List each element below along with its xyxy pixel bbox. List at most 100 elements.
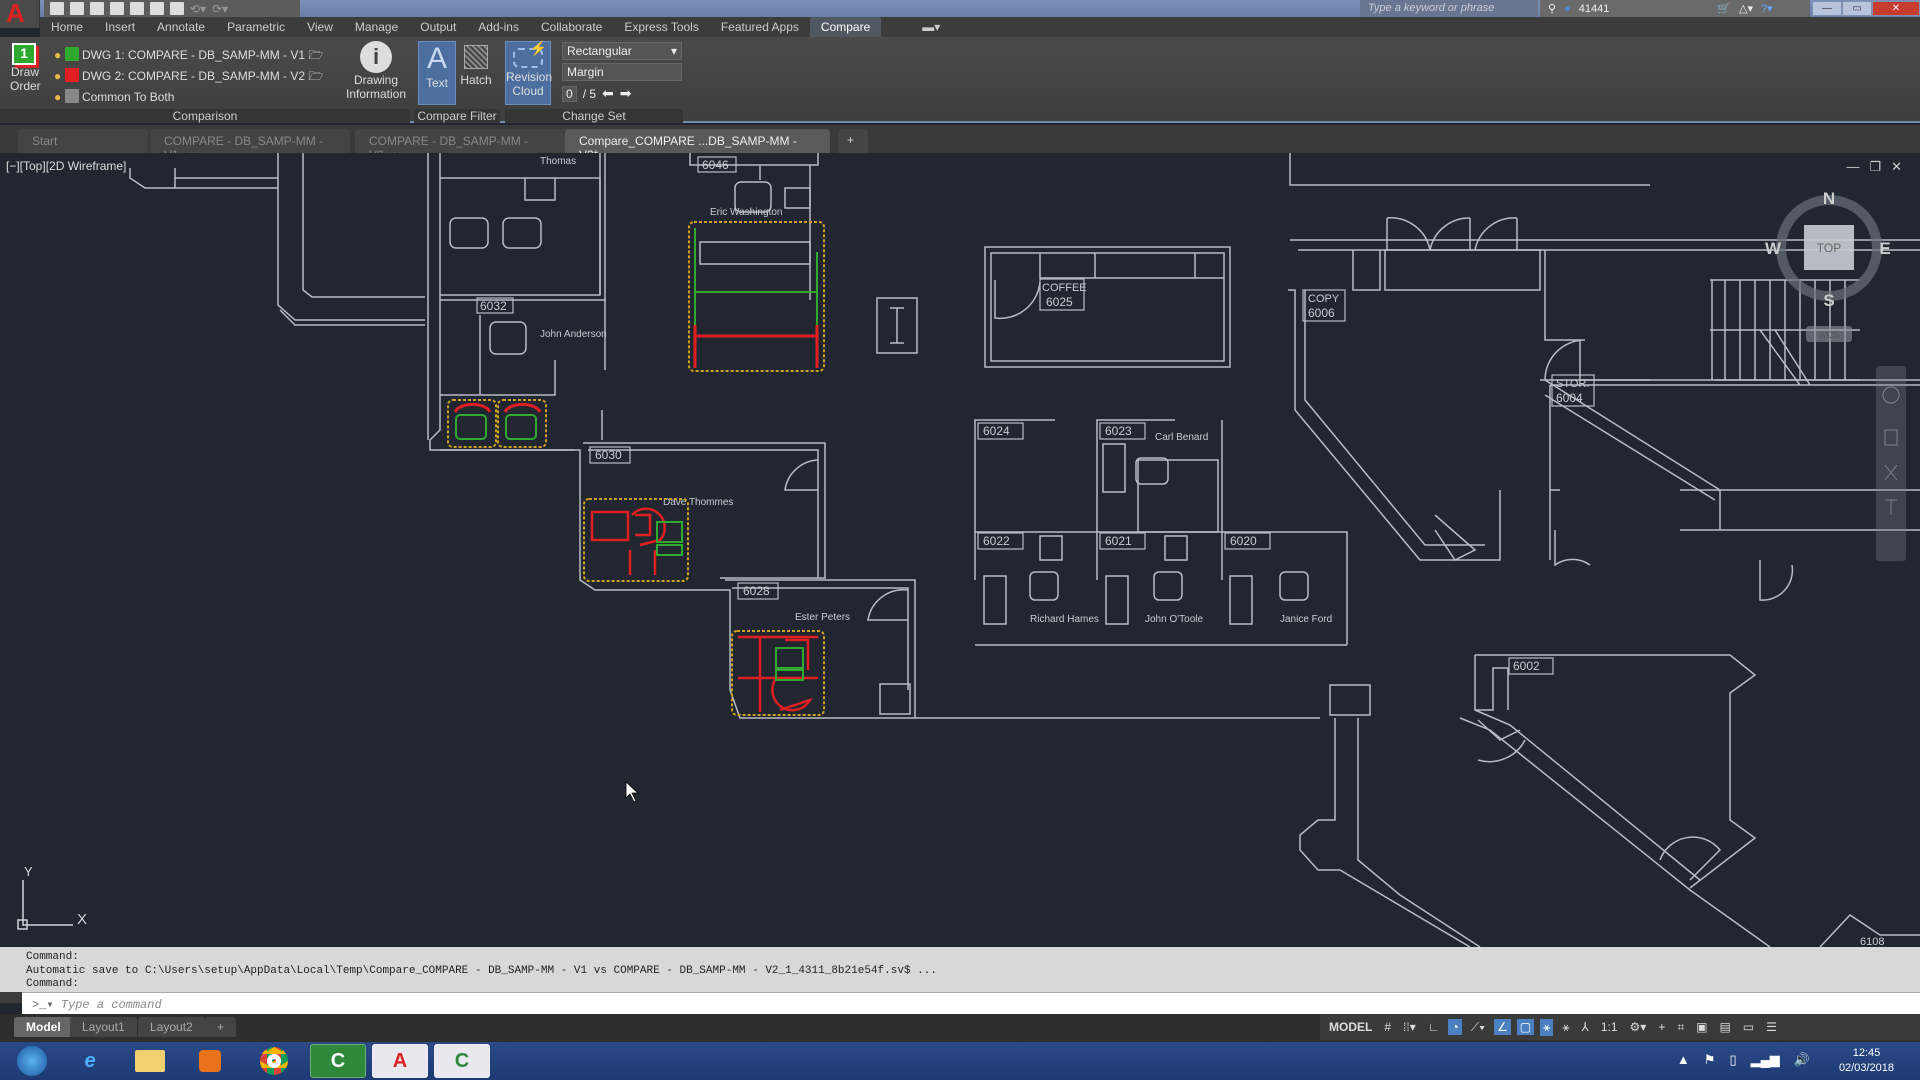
show-hidden-icons[interactable]: ▲: [1677, 1052, 1690, 1068]
action-center-flag-icon[interactable]: ⚑: [1704, 1052, 1716, 1068]
object-snap-tracking-icon[interactable]: ∠: [1494, 1019, 1511, 1035]
tab-compare-v2[interactable]: COMPARE - DB_SAMP-MM - V2×: [355, 129, 570, 162]
ribbon-tab-express-tools[interactable]: Express Tools: [613, 17, 709, 37]
compass-south[interactable]: S: [1823, 291, 1834, 310]
revision-cloud-button[interactable]: ⚡ Revision Cloud: [505, 40, 552, 105]
tab-compare-v1[interactable]: COMPARE - DB_SAMP-MM - V1×: [150, 129, 350, 162]
new-icon[interactable]: [50, 2, 64, 15]
file-explorer-icon[interactable]: [126, 1044, 174, 1078]
layout-tab-layout2[interactable]: Layout2: [138, 1017, 205, 1037]
change-set-current[interactable]: 0: [562, 85, 577, 102]
draw-order-button[interactable]: 1 Draw Order: [10, 43, 41, 93]
viewcube[interactable]: TOP N S E W WCS: [1765, 189, 1891, 342]
network-icon[interactable]: ▂▄▆: [1751, 1052, 1780, 1068]
ortho-icon[interactable]: ∟: [1425, 1019, 1443, 1035]
lightbulb-icon[interactable]: ●: [54, 90, 61, 104]
quick-properties-icon[interactable]: ▣: [1693, 1019, 1710, 1035]
undo-icon[interactable]: ⟲▾: [190, 2, 206, 16]
ribbon-tab-output[interactable]: Output: [409, 17, 467, 37]
clock[interactable]: 12:45 02/03/2018: [1839, 1046, 1894, 1076]
volume-icon[interactable]: 🔊: [1794, 1052, 1810, 1068]
add-layout-button[interactable]: +: [205, 1017, 237, 1037]
dwg2-row[interactable]: ● DWG 2: COMPARE - DB_SAMP-MM - V2 🗁: [54, 66, 323, 87]
lightbulb-icon[interactable]: ●: [54, 69, 61, 83]
customization-menu-icon[interactable]: ☰: [1763, 1019, 1780, 1035]
annotation-scale-icon[interactable]: ⅄: [1579, 1019, 1592, 1035]
dwg1-color-swatch[interactable]: [64, 47, 79, 61]
drawing-information-button[interactable]: i Drawing Information: [340, 41, 412, 101]
tab-start[interactable]: Start: [18, 129, 148, 153]
snap-icon[interactable]: ⁞⁞▾: [1400, 1019, 1419, 1035]
camtasia-recorder-icon[interactable]: C: [434, 1044, 490, 1078]
next-change-arrow-icon[interactable]: ➡: [620, 85, 632, 102]
help-icon[interactable]: ?▾: [1761, 2, 1773, 15]
compass-east[interactable]: E: [1879, 239, 1890, 258]
search-input[interactable]: Type a keyword or phrase: [1360, 0, 1538, 17]
ribbon-tab-add-ins[interactable]: Add-ins: [467, 17, 530, 37]
text-filter-button[interactable]: A Text: [418, 41, 456, 105]
ribbon-tab-parametric[interactable]: Parametric: [216, 17, 296, 37]
clean-screen-icon[interactable]: ▭: [1740, 1019, 1757, 1035]
auto-scale-icon[interactable]: ⚹: [1559, 1019, 1572, 1036]
chrome-icon[interactable]: [250, 1044, 298, 1078]
close-button[interactable]: ✕: [1872, 1, 1920, 16]
model-space-toggle[interactable]: MODEL: [1326, 1019, 1375, 1035]
common-row[interactable]: ● Common To Both: [54, 87, 323, 108]
cloud-shape-select[interactable]: Rectangular ▾: [562, 42, 682, 60]
ribbon-tab-home[interactable]: Home: [40, 17, 94, 37]
grid-icon[interactable]: #: [1381, 1019, 1394, 1035]
redo-icon[interactable]: ⟳▾: [212, 2, 228, 16]
save-icon[interactable]: [90, 2, 104, 15]
ribbon-tab-insert[interactable]: Insert: [94, 17, 146, 37]
layout-tab-model[interactable]: Model: [14, 1017, 73, 1037]
revision-cloud[interactable]: [688, 221, 825, 372]
object-snap-icon[interactable]: ▢: [1516, 1019, 1535, 1035]
annotation-monitor-icon[interactable]: +: [1655, 1019, 1668, 1035]
autocad-taskbar-icon[interactable]: A: [372, 1044, 428, 1078]
command-input[interactable]: >_▾ Type a command: [22, 992, 1920, 1014]
print-icon[interactable]: [170, 2, 184, 15]
drawing-viewport[interactable]: [−][Top][2D Wireframe] — ❐ ✕ 6046 Eric W…: [0, 153, 1920, 947]
internet-explorer-icon[interactable]: e: [66, 1044, 114, 1078]
ribbon-panel-toggle-icon[interactable]: ▬▾: [911, 17, 951, 37]
polar-tracking-icon[interactable]: ◔: [1448, 1019, 1462, 1035]
start-button[interactable]: [8, 1044, 56, 1078]
a360-icon[interactable]: △▾: [1739, 2, 1753, 15]
dwg1-row[interactable]: ● DWG 1: COMPARE - DB_SAMP-MM - V1 🗁: [54, 45, 323, 66]
media-player-icon[interactable]: [186, 1044, 234, 1078]
application-menu-button[interactable]: A: [0, 0, 40, 28]
ribbon-tab-collaborate[interactable]: Collaborate: [530, 17, 613, 37]
dwg2-color-swatch[interactable]: [64, 68, 79, 82]
folder-icon[interactable]: 🗁: [308, 69, 323, 83]
user-icon[interactable]: ●: [1564, 3, 1571, 15]
isodraft-icon[interactable]: ⟋▾: [1468, 1019, 1488, 1036]
units-icon[interactable]: ⌗: [1674, 1019, 1687, 1036]
folder-icon[interactable]: 🗁: [308, 48, 323, 62]
plot-icon[interactable]: [150, 2, 164, 15]
ribbon-tab-compare[interactable]: Compare: [809, 17, 882, 37]
ribbon-tab-featured-apps[interactable]: Featured Apps: [710, 17, 810, 37]
ribbon-tab-manage[interactable]: Manage: [344, 17, 409, 37]
compass-west[interactable]: W: [1765, 239, 1782, 258]
scale-select[interactable]: 1:1: [1598, 1019, 1621, 1035]
layout-tab-layout1[interactable]: Layout1: [70, 1017, 137, 1037]
command-prompt-icon[interactable]: >_▾: [32, 998, 61, 1012]
workspace-gear-icon[interactable]: ⚙▾: [1627, 1019, 1650, 1035]
cart-icon[interactable]: 🛒: [1717, 2, 1731, 15]
user-id[interactable]: 41441: [1579, 3, 1610, 15]
open-icon[interactable]: [70, 2, 84, 15]
power-icon[interactable]: ▯: [1729, 1052, 1736, 1068]
maximize-button[interactable]: ▭: [1842, 1, 1872, 16]
margin-input[interactable]: Margin: [562, 63, 682, 81]
annotation-visibility-icon[interactable]: ⚹: [1540, 1018, 1554, 1036]
lightbulb-icon[interactable]: ●: [54, 48, 61, 62]
binoculars-icon[interactable]: ⚲: [1548, 2, 1556, 15]
ribbon-tab-annotate[interactable]: Annotate: [146, 17, 216, 37]
compass-north[interactable]: N: [1823, 189, 1835, 208]
navigation-bar[interactable]: [1876, 366, 1906, 561]
camtasia-icon[interactable]: C: [310, 1044, 366, 1078]
common-color-swatch[interactable]: [64, 89, 79, 103]
publish-icon[interactable]: [130, 2, 144, 15]
ribbon-tab-view[interactable]: View: [296, 17, 344, 37]
new-tab-button[interactable]: +: [838, 129, 868, 153]
